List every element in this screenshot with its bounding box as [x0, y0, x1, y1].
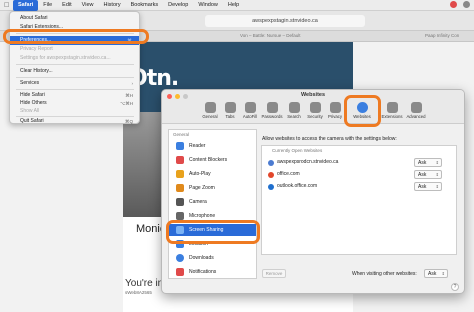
- panel-description: Allow websites to access the camera with…: [262, 136, 397, 142]
- safari-menu: About Safari Safari Extensions... Prefer…: [9, 11, 140, 124]
- tab-passwords[interactable]: Passwords: [260, 102, 284, 119]
- sidebar-item-downloads[interactable]: Downloads: [169, 252, 256, 264]
- websites-list: Currently Open Websites awspexpsrodcn.st…: [261, 145, 457, 255]
- websites-sidebar: General Reader Content Blockers Auto-Pla…: [168, 129, 257, 279]
- switch-icon: [204, 102, 216, 113]
- address-bar[interactable]: awspexpstagin.stnvideo.ca: [205, 15, 365, 27]
- menu-item-about[interactable]: About Safari: [10, 14, 139, 23]
- record-icon[interactable]: [450, 1, 457, 8]
- menu-item-services[interactable]: Services ›: [10, 79, 139, 88]
- office-favicon-icon: [268, 172, 274, 178]
- notification-icon: [176, 268, 184, 276]
- permission-select[interactable]: Ask ⇕: [414, 182, 442, 191]
- play-icon: [176, 170, 184, 178]
- globe-favicon-icon: [268, 160, 274, 166]
- list-item[interactable]: outlook.office.com Ask ⇕: [268, 182, 456, 192]
- chevron-updown-icon: ⇕: [435, 172, 439, 177]
- menu-item-show-all[interactable]: Show All: [10, 107, 139, 116]
- menu-help[interactable]: Help: [223, 0, 244, 11]
- list-item[interactable]: office.com Ask ⇕: [268, 170, 456, 180]
- menu-item-site-settings[interactable]: Settings for awspexpstagin.stnvideo.ca..…: [10, 54, 139, 63]
- lock-icon: [309, 102, 321, 113]
- tab-autofill[interactable]: AutoFill: [238, 102, 262, 119]
- menu-develop[interactable]: Develop: [163, 0, 193, 11]
- permission-select[interactable]: Ask ⇕: [414, 158, 442, 167]
- menu-view[interactable]: View: [77, 0, 99, 11]
- remove-button[interactable]: Remove: [262, 269, 286, 278]
- control-center-icon[interactable]: [463, 1, 470, 8]
- camera-icon: [176, 198, 184, 206]
- status-heading: You're in: [125, 278, 164, 289]
- highlight-websites-tab: [344, 95, 381, 127]
- tab-advanced[interactable]: Advanced: [404, 102, 428, 119]
- sidebar-item-camera[interactable]: Camera: [169, 196, 256, 208]
- menu-item-privacy-report[interactable]: Privacy Report: [10, 45, 139, 54]
- menu-item-quit[interactable]: Quit Safari ⌘Q: [10, 117, 139, 126]
- autofill-icon: [244, 102, 256, 113]
- sidebar-header: General: [173, 132, 190, 137]
- list-header: Currently Open Websites: [272, 148, 323, 153]
- sidebar-item-reader[interactable]: Reader: [169, 140, 256, 152]
- status-icons: [450, 1, 470, 8]
- download-icon: [176, 254, 184, 262]
- reader-icon: [176, 142, 184, 150]
- zoom-lens-icon: [176, 184, 184, 192]
- hand-icon: [329, 102, 341, 113]
- sidebar-item-auto-play[interactable]: Auto-Play: [169, 168, 256, 180]
- other-websites-label: When visiting other websites:: [352, 271, 417, 277]
- menu-bar:  Safari File Edit View History Bookmark…: [0, 0, 474, 11]
- preferences-window: Websites General Tabs AutoFill Passwords…: [161, 89, 465, 294]
- permission-select[interactable]: Ask ⇕: [414, 170, 442, 179]
- menu-history[interactable]: History: [98, 0, 125, 11]
- puzzle-icon: [386, 102, 398, 113]
- menu-item-clear-history[interactable]: Clear History...: [10, 67, 139, 76]
- preferences-toolbar: Websites General Tabs AutoFill Passwords…: [162, 90, 464, 124]
- other-websites-select[interactable]: Ask ⇕: [424, 269, 448, 278]
- chevron-updown-icon: ⇕: [441, 271, 445, 276]
- menu-file[interactable]: File: [38, 0, 57, 11]
- chevron-updown-icon: ⇕: [435, 184, 439, 189]
- menu-edit[interactable]: Edit: [57, 0, 76, 11]
- sidebar-item-notifications[interactable]: Notifications: [169, 266, 256, 278]
- session-id: sWeb8A2565: [125, 290, 152, 295]
- menu-safari[interactable]: Safari: [13, 0, 39, 11]
- tabs-icon: [224, 102, 236, 113]
- list-item[interactable]: awspexpsrodcn.stnvideo.ca Ask ⇕: [268, 158, 456, 168]
- help-button[interactable]: ?: [451, 283, 459, 291]
- browser-tab[interactable]: Von – Battle: Nursue – Default: [240, 33, 301, 38]
- sidebar-item-content-blockers[interactable]: Content Blockers: [169, 154, 256, 166]
- sidebar-item-page-zoom[interactable]: Page Zoom: [169, 182, 256, 194]
- preferences-title: Websites: [300, 92, 326, 98]
- search-icon: [288, 102, 300, 113]
- apple-logo-icon[interactable]: : [4, 2, 13, 9]
- microphone-icon: [176, 212, 184, 220]
- key-icon: [266, 102, 278, 113]
- highlight-preferences: [3, 29, 149, 44]
- blocker-icon: [176, 156, 184, 164]
- menu-window[interactable]: Window: [193, 0, 223, 11]
- browser-tab[interactable]: Paap Infinity Con: [425, 33, 459, 38]
- menu-bookmarks[interactable]: Bookmarks: [126, 0, 164, 11]
- chevron-updown-icon: ⇕: [435, 160, 439, 165]
- tab-extensions[interactable]: Extensions: [380, 102, 404, 119]
- outlook-favicon-icon: [268, 184, 274, 190]
- gear-icon: [410, 102, 422, 113]
- highlight-screen-sharing: [166, 220, 260, 244]
